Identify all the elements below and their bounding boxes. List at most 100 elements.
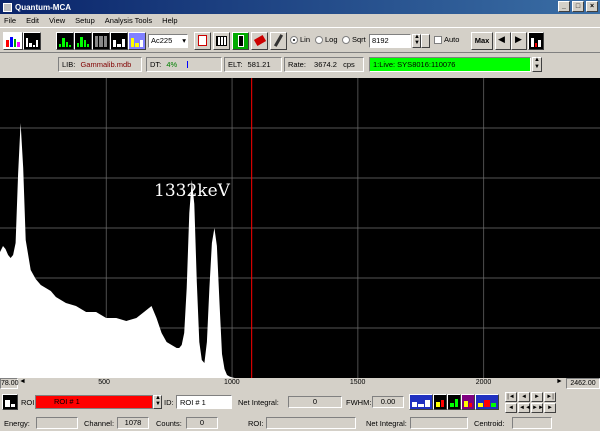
deadtime-field: DT: 4% [146, 57, 222, 72]
channels-input[interactable]: 8192 [369, 34, 411, 48]
grid-button[interactable] [92, 32, 110, 50]
roi-select-value: ROI # 1 [54, 397, 80, 406]
prev-peak-button[interactable]: ◀ [495, 32, 511, 50]
table-icon [216, 36, 227, 46]
arrow-left-icon: ◀ [498, 34, 505, 44]
live-status-stepper[interactable]: ▲ ▼ [532, 57, 542, 72]
roi-compare-button[interactable] [475, 394, 499, 410]
roi-prev-button[interactable]: ◄ [518, 392, 530, 402]
status-net-integral-value [410, 417, 468, 429]
roi-first-button[interactable]: |◄ [505, 392, 517, 402]
roi-expand-left-button[interactable]: ◄◄ [518, 403, 531, 413]
table-button[interactable] [213, 32, 230, 50]
close-button[interactable]: × [586, 1, 598, 12]
lib-label: LIB: [62, 60, 76, 69]
rate-field: Rate: 3674.2 cps [284, 57, 364, 72]
roi-navigation: |◄ ◄ ► ►| ◄ ◄◄ ►► ► [505, 392, 556, 413]
pen-button[interactable] [270, 32, 287, 50]
roi-mark-button[interactable] [433, 394, 447, 410]
channel-value: 1078 [117, 417, 149, 429]
chevron-up-icon: ▲ [534, 57, 540, 63]
elapsed-time-field: ELT: 581.21 [224, 57, 282, 72]
isotope-value: Ac225 [151, 36, 173, 45]
counts-label: Counts: [156, 419, 182, 428]
dt-value: 4% [166, 60, 178, 69]
roi-stepper[interactable]: ▲ ▼ [153, 395, 162, 409]
x-axis-row: 78.00 ◄ 500 1000 1500 2000 ► 2462.00 [0, 378, 600, 389]
max-button[interactable]: Max [471, 32, 493, 50]
menu-analysis-tools[interactable]: Analysis Tools [105, 16, 152, 25]
id-input[interactable]: ROI # 1 [176, 395, 232, 409]
menu-setup[interactable]: Setup [75, 16, 95, 25]
spectrum-toggle-button[interactable] [528, 32, 544, 50]
lib-value: Gammalib.mdb [80, 60, 132, 69]
deadtime-bar [187, 61, 188, 68]
rate-unit: cps [343, 60, 355, 69]
roi-select[interactable]: ROI # 1 [35, 395, 153, 409]
roi-net-integral-value: 0 [288, 396, 342, 408]
x-tick-label-3: 2000 [475, 379, 492, 386]
x-tick-label-2: 1500 [349, 379, 366, 386]
maximize-button[interactable]: □ [572, 1, 584, 12]
eraser-button[interactable] [251, 32, 268, 50]
spectrum-plot[interactable]: 1332keV [0, 78, 600, 378]
elt-label: ELT: [228, 60, 243, 69]
roi-peak-button[interactable] [447, 394, 461, 410]
x-tick-label-0: 500 [98, 379, 110, 386]
rate-label: Rate: [288, 60, 306, 69]
report-icon [198, 35, 207, 46]
fwhm-value: 0.00 [372, 396, 404, 408]
spectrum-overlay-button[interactable] [110, 32, 128, 50]
arrow-right-icon: ▶ [515, 34, 522, 44]
x-tick-label-1: 1000 [224, 379, 240, 386]
info-bar: LIB: Gammalib.mdb DT: 4% ELT: 581.21 Rat… [0, 54, 600, 76]
next-peak-button[interactable]: ▶ [511, 32, 527, 50]
menu-edit[interactable]: Edit [26, 16, 39, 25]
pen-icon [273, 34, 284, 47]
battery-icon [238, 35, 244, 47]
id-value: ROI # 1 [180, 398, 206, 407]
live-status-field[interactable]: 1:Live: SYS8016:110076 [369, 57, 531, 72]
color-palette-button[interactable] [3, 32, 23, 50]
compare-spectra-button[interactable] [128, 32, 146, 50]
scroll-right-button[interactable]: ► [556, 378, 565, 389]
window-title: Quantum-MCA [15, 2, 71, 12]
roi-color-button[interactable] [461, 394, 475, 410]
scale-log-radio[interactable]: Log [315, 35, 338, 44]
chevron-down-icon: ▾ [182, 36, 186, 45]
menu-help[interactable]: Help [162, 16, 177, 25]
status-roi-value [266, 417, 356, 429]
spectrum-area-button[interactable] [74, 32, 92, 50]
spectrum-canvas[interactable]: 1332keV [0, 78, 600, 378]
isotope-select[interactable]: Ac225 ▾ [148, 34, 188, 48]
log-radio-dot [315, 35, 323, 44]
rate-value: 3674.2 [314, 60, 337, 69]
roi-shrink-right-button[interactable]: ► [544, 403, 556, 413]
menu-view[interactable]: View [49, 16, 65, 25]
roi-next-button[interactable]: ► [531, 392, 543, 402]
status-net-integral-label: Net Integral: [366, 419, 407, 428]
minimize-button[interactable]: _ [558, 1, 570, 12]
centroid-value [512, 417, 552, 429]
x-axis-ticks: 500 1000 1500 2000 [0, 378, 600, 389]
battery-button[interactable] [232, 32, 249, 50]
title-bar: Quantum-MCA _ □ × [0, 0, 600, 14]
roi-shrink-left-button[interactable]: ◄ [505, 403, 517, 413]
auto-checkbox[interactable]: Auto [434, 35, 459, 44]
roi-last-button[interactable]: ►| [544, 392, 556, 402]
channels-lr-stepper[interactable] [421, 34, 430, 48]
scale-lin-radio[interactable]: Lin [290, 35, 310, 44]
spectrum-view-button[interactable] [23, 32, 41, 50]
roi-expand-right-button[interactable]: ►► [531, 403, 544, 413]
scale-sqrt-radio[interactable]: Sqrt [342, 35, 366, 44]
auto-checkbox-box [434, 35, 442, 44]
spectrum-green-button[interactable] [56, 32, 74, 50]
fwhm-label: FWHM: [346, 398, 372, 407]
menu-file[interactable]: File [4, 16, 16, 25]
channels-stepper[interactable]: ▲ ▼ [412, 34, 421, 48]
roi-view-button[interactable] [409, 394, 433, 410]
report-button[interactable] [194, 32, 211, 50]
channel-label: Channel: [84, 419, 115, 428]
counts-value: 0 [186, 417, 218, 429]
roi-spectrum-icon-button[interactable] [2, 394, 18, 410]
